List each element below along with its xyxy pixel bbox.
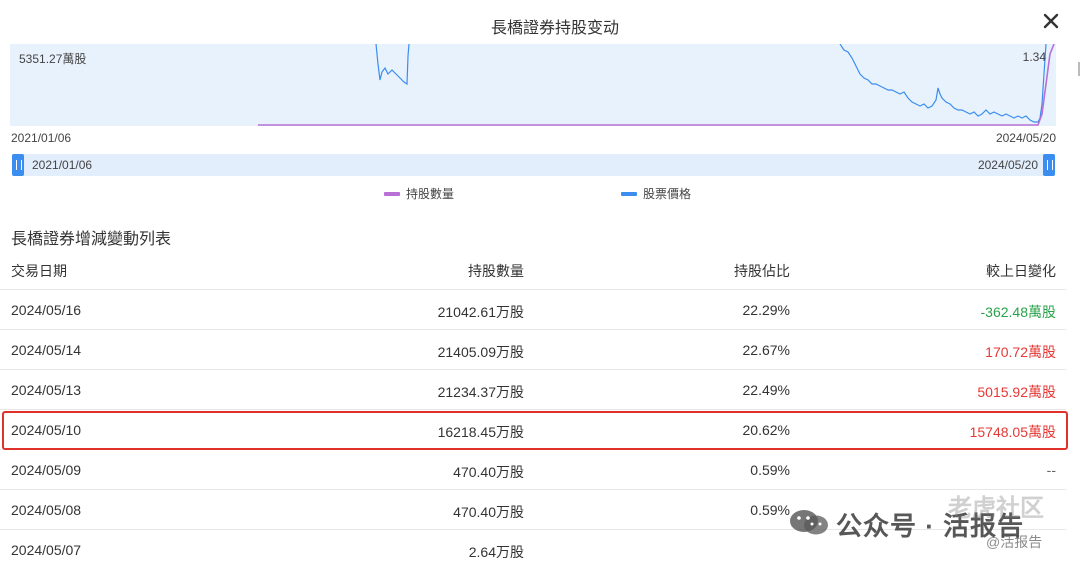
chart-right-value: 1.34 [1022,50,1046,64]
row-date: 2024/05/14 [11,342,82,358]
price-line-right [839,44,1047,123]
row-pct: 22.67% [742,342,790,358]
row-qty: 21405.09万股 [437,344,524,360]
row-change: -- [1046,462,1056,478]
slider-start-label: 2021/01/06 [32,158,93,172]
row-date: 2024/05/13 [11,382,82,398]
chart-date-end: 2024/05/20 [995,131,1056,145]
column-header-change[interactable]: 較上日變化 [986,261,1056,281]
row-pct: 20.62% [742,422,790,438]
table-row[interactable]: 2024/05/08 470.40万股 0.59% [0,490,1066,530]
row-change: 5015.92萬股 [977,384,1056,400]
row-qty: 21042.61万股 [437,304,524,320]
table-row[interactable]: 2024/05/14 21405.09万股 22.67% 170.72萬股 [0,330,1066,370]
column-header-pct[interactable]: 持股佔比 [734,261,790,281]
chart-date-start: 2021/01/06 [11,131,72,145]
chart-left-value: 5351.27萬股 [19,52,87,66]
row-change: 15748.05萬股 [969,424,1056,440]
table-row[interactable]: 2024/05/07 2.64万股 [0,530,1066,567]
dialog-title: 長橋證券持股变动 [490,20,619,37]
table-header-row: 交易日期 持股數量 持股佔比 較上日變化 [0,250,1066,290]
chart-canvas [258,44,1055,126]
row-pct: 0.59% [750,462,790,478]
row-date: 2024/05/08 [11,502,82,518]
row-pct: 22.29% [742,302,790,318]
row-qty: 21234.37万股 [437,384,524,400]
row-qty: 16218.45万股 [437,424,524,440]
row-change: 170.72萬股 [985,344,1056,360]
table-row[interactable]: 2024/05/13 21234.37万股 22.49% 5015.92萬股 [0,370,1066,410]
column-header-date[interactable]: 交易日期 [11,261,67,281]
row-date: 2024/05/09 [11,462,82,478]
close-icon[interactable] [1040,10,1062,32]
table-title: 長橋證券增減變動列表 [11,231,172,248]
row-qty: 2.64万股 [468,544,524,560]
slider-handle-right[interactable] [1043,154,1055,176]
row-change: -362.48萬股 [980,304,1056,320]
row-pct: 0.59% [750,502,790,518]
row-qty: 470.40万股 [453,464,524,480]
legend-price[interactable]: 股票價格 [621,185,691,202]
slider-end-label: 2024/05/20 [977,158,1038,172]
row-pct: 22.49% [742,382,790,398]
legend-price-label: 股票價格 [643,187,692,201]
legend-holdings-label: 持股數量 [406,187,455,201]
legend-holdings[interactable]: 持股數量 [384,185,454,202]
row-date: 2024/05/16 [11,302,82,318]
legend-price-swatch [621,191,637,196]
column-header-qty[interactable]: 持股數量 [468,261,524,281]
row-date: 2024/05/07 [11,542,82,558]
row-date: 2024/05/10 [11,422,82,438]
date-range-slider[interactable] [13,154,1053,176]
holdings-change-table: 交易日期 持股數量 持股佔比 較上日變化 2024/05/16 21042.61… [0,250,1066,567]
price-line-left [375,44,410,86]
table-row[interactable]: 2024/05/16 21042.61万股 22.29% -362.48萬股 [0,290,1066,330]
legend-holdings-swatch [384,191,400,196]
table-row[interactable]: 2024/05/09 470.40万股 0.59% -- [0,450,1066,490]
row-qty: 470.40万股 [453,504,524,520]
holdings-chart[interactable] [10,44,1056,126]
table-row[interactable]: 2024/05/10 16218.45万股 20.62% 15748.05萬股 [0,410,1066,450]
slider-handle-left[interactable] [12,154,24,176]
